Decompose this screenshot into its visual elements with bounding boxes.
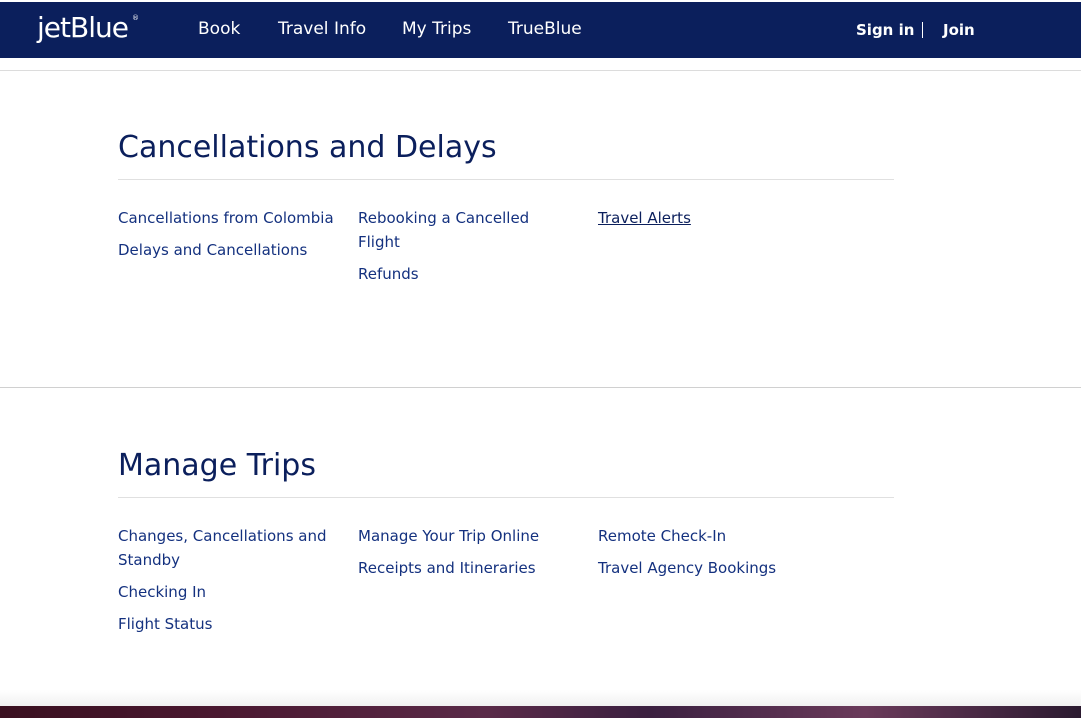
registered-mark: ®	[132, 14, 139, 22]
footer-banner-image	[0, 706, 1081, 718]
link-changes-cancellations-standby[interactable]: Changes, Cancellations and Standby	[118, 524, 343, 572]
sign-in-link[interactable]: Sign in	[856, 20, 914, 40]
nav-separator	[922, 22, 923, 38]
footer-fade	[0, 690, 1081, 706]
link-travel-alerts[interactable]: Travel Alerts	[598, 206, 818, 230]
link-cancellations-from-colombia[interactable]: Cancellations from Colombia	[118, 206, 338, 230]
nav-trueblue[interactable]: TrueBlue	[508, 18, 582, 40]
link-rebooking-cancelled-flight[interactable]: Rebooking a Cancelled Flight	[358, 206, 558, 254]
join-link[interactable]: Join	[943, 20, 975, 40]
cancellations-section-title: Cancellations and Delays	[118, 130, 497, 165]
nav-travel-info[interactable]: Travel Info	[278, 18, 366, 40]
manage-trips-title-rule	[118, 497, 894, 498]
top-navigation-bar: jetBlue ® Book Travel Info My Trips True…	[0, 2, 1081, 58]
nav-my-trips[interactable]: My Trips	[402, 18, 471, 40]
link-checking-in[interactable]: Checking In	[118, 580, 338, 604]
link-travel-agency-bookings[interactable]: Travel Agency Bookings	[598, 556, 818, 580]
link-flight-status[interactable]: Flight Status	[118, 612, 338, 636]
link-receipts-itineraries[interactable]: Receipts and Itineraries	[358, 556, 578, 580]
nav-book[interactable]: Book	[198, 18, 240, 40]
link-remote-check-in[interactable]: Remote Check-In	[598, 524, 818, 548]
link-delays-and-cancellations[interactable]: Delays and Cancellations	[118, 238, 338, 262]
link-refunds[interactable]: Refunds	[358, 262, 578, 286]
link-manage-trip-online[interactable]: Manage Your Trip Online	[358, 524, 578, 548]
cancellations-title-rule	[118, 179, 894, 180]
jetblue-logo[interactable]: jetBlue	[37, 10, 129, 46]
section-divider	[0, 387, 1081, 388]
manage-trips-section-title: Manage Trips	[118, 448, 316, 483]
header-divider	[0, 70, 1081, 71]
